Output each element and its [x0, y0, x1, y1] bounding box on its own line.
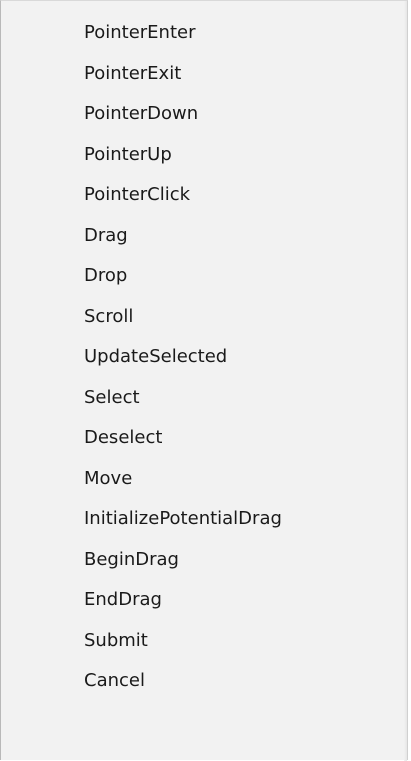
menu-item-begin-drag[interactable]: BeginDrag [1, 540, 407, 581]
menu-item-cancel[interactable]: Cancel [1, 661, 407, 702]
menu-item-scroll[interactable]: Scroll [1, 297, 407, 338]
menu-item-pointer-up[interactable]: PointerUp [1, 135, 407, 176]
menu-item-pointer-exit[interactable]: PointerExit [1, 54, 407, 95]
event-type-context-menu: PointerEnter PointerExit PointerDown Poi… [0, 0, 408, 761]
menu-item-pointer-down[interactable]: PointerDown [1, 94, 407, 135]
menu-item-pointer-click[interactable]: PointerClick [1, 175, 407, 216]
menu-item-move[interactable]: Move [1, 459, 407, 500]
menu-item-deselect[interactable]: Deselect [1, 418, 407, 459]
menu-item-select[interactable]: Select [1, 378, 407, 419]
menu-item-drag[interactable]: Drag [1, 216, 407, 257]
menu-item-initialize-potential-drag[interactable]: InitializePotentialDrag [1, 499, 407, 540]
menu-item-submit[interactable]: Submit [1, 621, 407, 662]
menu-item-pointer-enter[interactable]: PointerEnter [1, 13, 407, 54]
menu-item-list: PointerEnter PointerExit PointerDown Poi… [1, 13, 407, 702]
menu-item-end-drag[interactable]: EndDrag [1, 580, 407, 621]
menu-right-edge [404, 1, 407, 761]
menu-item-drop[interactable]: Drop [1, 256, 407, 297]
menu-item-update-selected[interactable]: UpdateSelected [1, 337, 407, 378]
